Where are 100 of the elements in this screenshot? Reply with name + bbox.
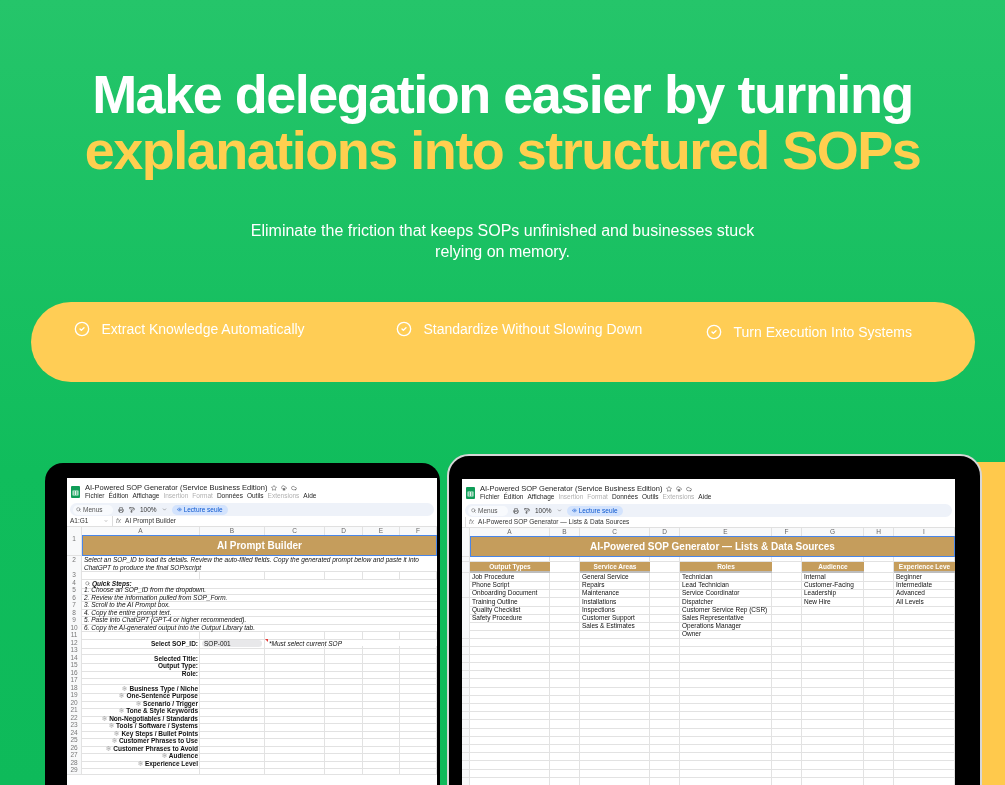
cloud-settings-icon[interactable] <box>676 485 683 492</box>
empty-cell <box>802 687 864 696</box>
cloud-icon[interactable] <box>291 484 298 491</box>
print-icon[interactable] <box>513 507 519 514</box>
empty-cell <box>864 589 894 599</box>
empty-cell <box>650 663 680 672</box>
empty-cell <box>363 683 400 695</box>
empty-cell <box>650 622 680 632</box>
empty-cell <box>265 766 325 775</box>
empty-cell <box>400 691 437 702</box>
empty-cell <box>864 753 894 762</box>
empty-cell <box>894 605 955 615</box>
empty-cell <box>772 622 802 632</box>
empty-cell <box>550 589 580 599</box>
empty-cell <box>550 654 580 664</box>
empty-cell <box>580 646 650 655</box>
empty-cell <box>580 728 650 737</box>
empty-cell <box>650 761 680 770</box>
empty-cell <box>864 679 894 688</box>
empty-cell <box>864 720 894 729</box>
empty-cell <box>864 695 894 704</box>
empty-cell <box>864 597 894 607</box>
feature-text: Turn Execution Into Systems <box>733 322 912 342</box>
cloud-settings-icon[interactable] <box>281 484 288 491</box>
empty-cell <box>802 720 864 729</box>
empty-cell <box>650 687 680 696</box>
empty-cell <box>550 736 580 745</box>
empty-cell <box>580 744 650 754</box>
empty-cell <box>550 573 580 582</box>
empty-cell <box>864 712 894 721</box>
empty-cell <box>772 744 802 754</box>
empty-cell <box>550 720 580 729</box>
empty-cell <box>650 769 680 778</box>
empty-cell <box>772 597 802 607</box>
empty-cell <box>400 661 437 672</box>
empty-cell <box>772 753 802 762</box>
paint-roller-icon[interactable] <box>129 506 135 513</box>
empty-cell <box>550 744 580 754</box>
empty-cell <box>265 661 325 672</box>
empty-cell <box>580 761 650 770</box>
empty-cell <box>265 706 325 717</box>
empty-cell <box>772 573 802 582</box>
empty-cell <box>864 622 894 632</box>
paint-roller-icon[interactable] <box>524 507 530 514</box>
empty-cell <box>265 676 325 685</box>
caret-icon <box>161 507 167 512</box>
star-icon[interactable] <box>666 485 673 492</box>
empty-cell <box>772 761 802 770</box>
empty-cell <box>550 597 580 607</box>
empty-cell <box>650 597 680 607</box>
empty-cell <box>550 704 580 713</box>
empty-cell <box>325 736 363 747</box>
headline: Make delegation easier by turning <box>92 66 913 122</box>
empty-cell <box>864 581 894 591</box>
empty-cell <box>265 691 325 702</box>
caret-icon <box>556 508 562 513</box>
empty-cell <box>580 654 650 664</box>
empty-cell <box>400 751 437 762</box>
search-icon <box>85 580 90 586</box>
empty-cell <box>772 769 802 778</box>
print-icon[interactable] <box>118 506 124 513</box>
empty-cell <box>580 630 650 640</box>
empty-cell <box>802 712 864 721</box>
empty-cell <box>772 654 802 664</box>
empty-cell <box>772 638 802 647</box>
empty-cell <box>650 753 680 762</box>
empty-cell <box>550 622 580 632</box>
empty-cell <box>265 721 325 732</box>
empty-cell <box>265 653 325 665</box>
empty-cell <box>772 663 802 672</box>
feature-text: Standardize Without Slowing Down <box>423 319 643 339</box>
empty-cell <box>894 695 955 704</box>
empty-cell <box>580 769 650 778</box>
empty-cell <box>802 671 864 680</box>
star-icon[interactable] <box>271 484 278 491</box>
empty-cell <box>325 721 363 732</box>
empty-cell <box>894 728 955 737</box>
empty-cell <box>580 679 650 688</box>
check-circle-icon <box>705 324 722 340</box>
empty-cell <box>894 646 955 655</box>
gear-icon <box>102 715 108 721</box>
feature-text: Extract Knowledge Automatically <box>101 319 305 339</box>
empty-cell <box>550 605 580 615</box>
gear-icon <box>122 685 128 691</box>
empty-cell <box>802 630 864 640</box>
empty-cell <box>772 671 802 680</box>
empty-cell <box>580 704 650 713</box>
empty-cell <box>550 671 580 680</box>
empty-cell <box>894 638 955 647</box>
empty-cell <box>400 706 437 717</box>
empty-cell <box>550 687 580 696</box>
empty-cell <box>802 663 864 672</box>
empty-cell <box>772 687 802 696</box>
cloud-icon[interactable] <box>686 485 693 492</box>
empty-cell <box>550 712 580 721</box>
eye-icon <box>571 508 577 513</box>
empty-cell <box>864 654 894 664</box>
empty-cell <box>550 769 580 778</box>
empty-cell <box>650 573 680 582</box>
empty-cell <box>363 721 400 732</box>
